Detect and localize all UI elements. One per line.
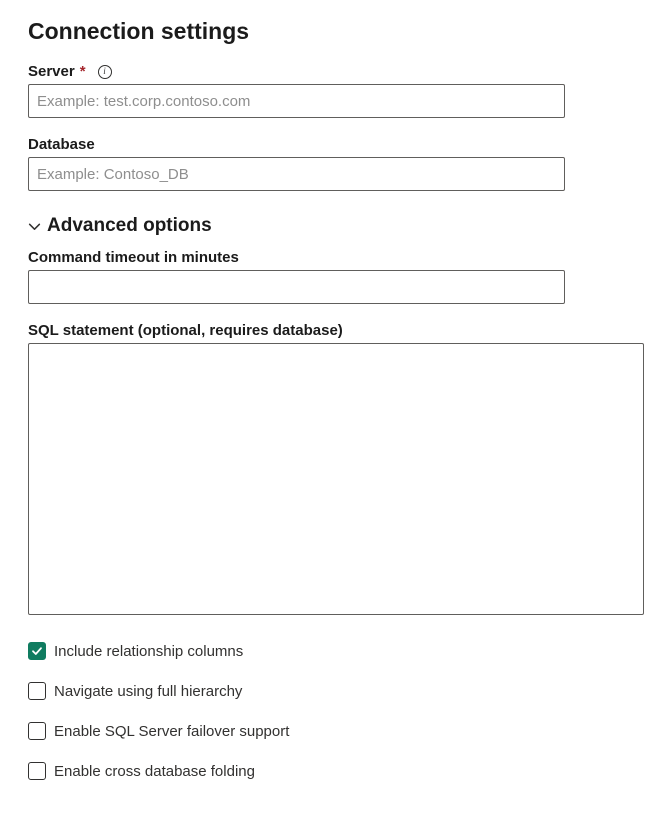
checkbox-row[interactable]: Include relationship columns (28, 642, 630, 660)
required-marker: * (80, 63, 86, 80)
command-timeout-label: Command timeout in minutes (28, 249, 239, 266)
sql-statement-input[interactable] (28, 343, 644, 615)
server-field: Server * i (28, 63, 630, 118)
checkbox-group: Include relationship columns Navigate usi… (28, 642, 630, 780)
chevron-down-icon (28, 220, 41, 233)
database-field: Database (28, 136, 630, 191)
checkbox-unchecked-icon[interactable] (28, 762, 46, 780)
database-input[interactable] (28, 157, 565, 191)
command-timeout-input[interactable] (28, 270, 565, 304)
checkbox-row[interactable]: Navigate using full hierarchy (28, 682, 630, 700)
database-label: Database (28, 136, 95, 153)
checkbox-label: Navigate using full hierarchy (54, 683, 242, 700)
info-icon[interactable]: i (98, 65, 112, 79)
advanced-options-title: Advanced options (47, 215, 212, 237)
checkbox-checked-icon[interactable] (28, 642, 46, 660)
server-input[interactable] (28, 84, 565, 118)
checkbox-label: Enable cross database folding (54, 763, 255, 780)
sql-statement-field: SQL statement (optional, requires databa… (28, 322, 630, 620)
checkbox-row[interactable]: Enable SQL Server failover support (28, 722, 630, 740)
checkbox-label: Include relationship columns (54, 643, 243, 660)
command-timeout-field: Command timeout in minutes (28, 249, 630, 304)
sql-statement-label: SQL statement (optional, requires databa… (28, 322, 343, 339)
checkbox-row[interactable]: Enable cross database folding (28, 762, 630, 780)
advanced-options-toggle[interactable]: Advanced options (28, 215, 630, 237)
checkbox-unchecked-icon[interactable] (28, 682, 46, 700)
server-label: Server (28, 63, 75, 80)
page-title: Connection settings (28, 18, 630, 45)
checkbox-label: Enable SQL Server failover support (54, 723, 289, 740)
checkbox-unchecked-icon[interactable] (28, 722, 46, 740)
